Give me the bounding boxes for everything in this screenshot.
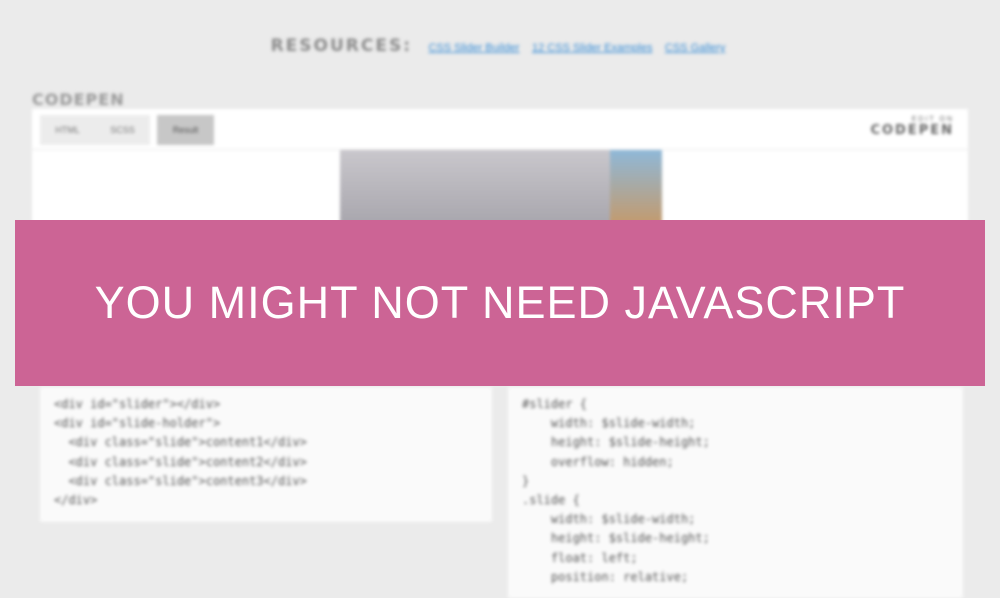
code-line: width: $slide-width;	[522, 416, 696, 431]
code-line: <div class="slide">content1</div>	[54, 435, 307, 450]
code-line: height: $slide-height;	[522, 531, 710, 546]
scss-code-panel: #slider { width: $slide-width; height: $…	[508, 387, 963, 598]
code-line: <div class="slide">content3</div>	[54, 473, 307, 488]
resources-bar: RESOURCES: CSS Slider Builder 12 CSS Sli…	[0, 36, 1000, 56]
code-line: float: left;	[522, 550, 638, 565]
slide-image	[340, 150, 610, 225]
code-line: height: $slide-height;	[522, 435, 710, 450]
code-line: <div id="slide-holder">	[54, 416, 221, 431]
code-line: #slider {	[522, 397, 588, 411]
tab-html[interactable]: HTML	[40, 115, 95, 145]
link-12-css-slider-examples[interactable]: 12 CSS Slider Examples	[532, 42, 652, 54]
codepen-logo: CODEPEN	[870, 123, 954, 138]
edit-on-codepen-button[interactable]: EDIT ON CODEPEN	[870, 116, 954, 138]
headline-banner: YOU MIGHT NOT NEED JAVASCRIPT	[15, 220, 985, 386]
code-line: overflow: hidden;	[522, 454, 674, 469]
codepen-title: CODEPEN	[32, 90, 125, 109]
link-css-gallery[interactable]: CSS Gallery	[665, 42, 726, 54]
edit-on-label: EDIT ON	[911, 116, 954, 123]
code-line: width: $slide-width;	[522, 512, 696, 527]
tab-scss[interactable]: SCSS	[95, 115, 150, 145]
codepen-embed-bar: HTML SCSS Result EDIT ON CODEPEN	[32, 109, 968, 149]
code-line: </div>	[54, 493, 98, 508]
code-line: .slide {	[522, 493, 580, 508]
scss-code-block: #slider { width: $slide-width; height: $…	[522, 395, 710, 587]
code-line: <div class="slide">content2</div>	[54, 454, 307, 469]
code-line: position: relative;	[522, 569, 689, 584]
code-line: }	[522, 473, 530, 488]
link-css-slider-builder[interactable]: CSS Slider Builder	[428, 42, 519, 54]
html-code-panel: <div id="slider"></div> <div id="slide-h…	[40, 387, 492, 522]
html-code-block: <div id="slider"></div> <div id="slide-h…	[54, 395, 307, 510]
resources-label: RESOURCES:	[270, 36, 412, 56]
tab-result[interactable]: Result	[157, 115, 214, 145]
slide-image-next	[610, 150, 662, 225]
code-line: <div id="slider"></div>	[54, 397, 221, 411]
headline-text: YOU MIGHT NOT NEED JAVASCRIPT	[94, 277, 906, 328]
